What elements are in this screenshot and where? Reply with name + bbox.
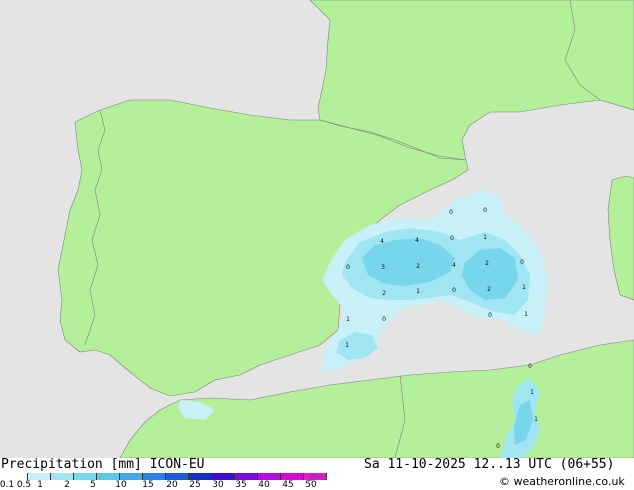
- color-scale-box: [281, 473, 304, 480]
- footer-bar: Precipitation [mm] ICON-EU Sa 11-10-2025…: [0, 458, 634, 490]
- precip-value-label: 4: [452, 262, 456, 269]
- precip-value-label: 0: [520, 259, 524, 266]
- color-scale-bar: [5, 473, 327, 480]
- precip-value-label: 1: [522, 284, 526, 291]
- precip-value-label: 4: [380, 238, 384, 245]
- precip-value-label: 2: [382, 290, 386, 297]
- color-scale-ticks: 0.1 0.5 1 2 5 10 15 20 25 30 35 40 45 50: [0, 480, 330, 490]
- precip-value-label: 0: [452, 287, 456, 294]
- color-scale-box: [51, 473, 74, 480]
- color-scale-tick: 0.5: [16, 480, 32, 490]
- color-scale-box: [28, 473, 51, 480]
- color-scale-tick: 45: [282, 480, 294, 490]
- precip-value-label: 1: [534, 416, 538, 423]
- color-scale-tick: 35: [235, 480, 247, 490]
- precip-value-label: 4: [415, 237, 419, 244]
- color-scale-box: [166, 473, 189, 480]
- precip-value-label: 1: [483, 234, 487, 241]
- valid-time: Sa 11-10-2025 12..13 UTC (06+55): [364, 457, 615, 472]
- color-scale-box: [143, 473, 166, 480]
- color-scale-box: [5, 473, 28, 480]
- color-scale-tick: 40: [258, 480, 270, 490]
- color-scale-tick: 0.1: [0, 480, 15, 490]
- color-scale-tick: 10: [115, 480, 127, 490]
- precip-value-label: 3: [381, 264, 385, 271]
- model-name: ICON-EU: [149, 457, 205, 472]
- color-scale-box: [189, 473, 212, 480]
- color-scale-box: [97, 473, 120, 480]
- color-scale-tick: 50: [305, 480, 317, 490]
- color-scale-box: [74, 473, 97, 480]
- product-title: Precipitation [mm] ICON-EU: [1, 458, 205, 472]
- precip-value-label: 0: [496, 443, 500, 450]
- precip-value-label: 2: [485, 260, 489, 267]
- precip-value-label: 0: [450, 235, 454, 242]
- color-scale-tick: 1: [37, 480, 43, 490]
- precip-value-label: 1: [524, 311, 528, 318]
- color-scale-tick: 20: [166, 480, 178, 490]
- color-scale-box: [235, 473, 258, 480]
- color-scale-box: [212, 473, 235, 480]
- copyright: © weatheronline.co.uk: [499, 475, 625, 488]
- color-scale-box: [258, 473, 281, 480]
- precip-value-label: 0: [483, 207, 487, 214]
- color-scale-tick: 5: [90, 480, 96, 490]
- color-scale-tick: 15: [142, 480, 154, 490]
- color-scale-tick: 30: [212, 480, 224, 490]
- precip-value-label: 1: [346, 316, 350, 323]
- precip-value-label: 0: [449, 209, 453, 216]
- precip-value-label: 2: [487, 286, 491, 293]
- precip-value-label: 0: [382, 316, 386, 323]
- precip-value-label: 0: [346, 264, 350, 271]
- color-scale-tick: 2: [64, 480, 70, 490]
- product-name: Precipitation [mm]: [1, 457, 142, 472]
- precip-value-label: 0: [488, 312, 492, 319]
- precip-value-label: 1: [530, 389, 534, 396]
- color-scale-tick: 25: [189, 480, 201, 490]
- precip-value-label: 1: [345, 342, 349, 349]
- color-scale-box: [120, 473, 143, 480]
- precip-value-label: 0: [528, 363, 532, 370]
- precip-value-label: 2: [416, 263, 420, 270]
- precip-value-label: 1: [416, 288, 420, 295]
- weather-map: 0 0 4 4 0 1 0 3 2 4 2 0 2 1 0 2 1 1 0 1 0 1 0 1 1 0: [0, 0, 634, 458]
